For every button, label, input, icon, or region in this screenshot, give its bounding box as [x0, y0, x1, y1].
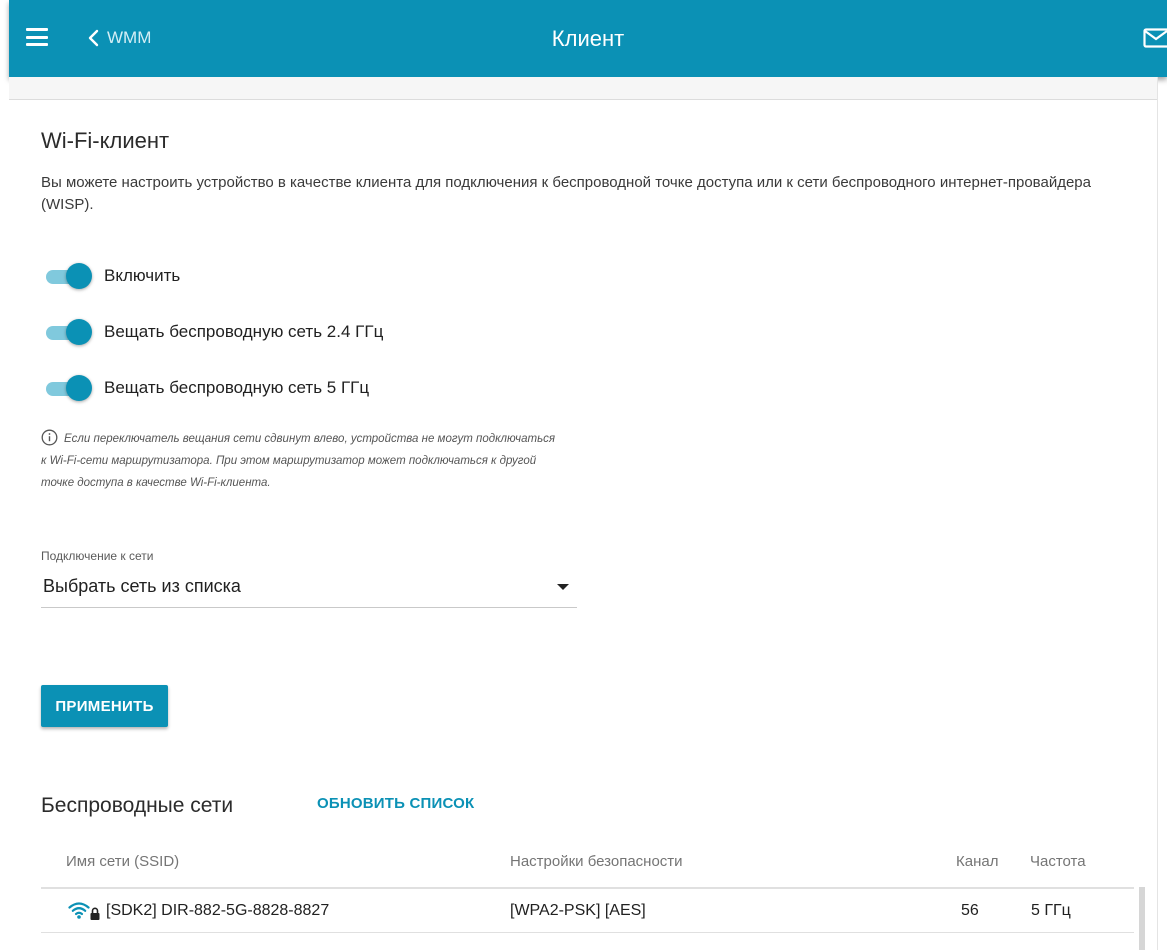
connection-select-value: Выбрать сеть из списка [43, 576, 241, 596]
network-ssid: [SDK2] DIR-882-5G-8828-8827 [106, 902, 330, 919]
toggle-enable[interactable]: Включить [44, 263, 180, 289]
table-scrollbar[interactable] [1139, 887, 1145, 950]
network-channel: 56 [961, 902, 979, 919]
toggle-broadcast-5ghz-label: Вещать беспроводную сеть 5 ГГц [104, 378, 370, 397]
toggle-switch[interactable] [44, 263, 92, 289]
caret-down-icon [557, 584, 569, 590]
section-description: Вы можете настроить устройство в качеств… [41, 174, 1091, 213]
wifi-lock-icon [68, 902, 100, 920]
refresh-list-button[interactable]: ОБНОВИТЬ СПИСОК [317, 795, 474, 812]
network-security: [WPA2-PSK] [AES] [510, 902, 646, 919]
section-title: Wi-Fi-клиент [41, 128, 170, 153]
apply-button[interactable]: ПРИМЕНИТЬ [41, 685, 168, 727]
toggle-switch[interactable] [44, 375, 92, 401]
connection-label: Подключение к сети [41, 549, 154, 563]
toggle-broadcast-5ghz[interactable]: Вещать беспроводную сеть 5 ГГц [44, 375, 369, 401]
table-row[interactable]: [SDK2] DIR-882-5G-8828-8827 [WPA2-PSK] [… [41, 889, 1134, 933]
networks-title: Беспроводные сети [41, 794, 234, 817]
column-header-ssid: Имя сети (SSID) [66, 853, 180, 870]
column-header-channel: Канал [956, 853, 999, 870]
toggle-broadcast-24ghz-label: Вещать беспроводную сеть 2.4 ГГц [104, 322, 384, 341]
toggle-switch[interactable] [44, 319, 92, 345]
column-header-frequency: Частота [1030, 853, 1086, 870]
info-hint: Если переключатель вещания сети сдвинут … [41, 428, 561, 494]
toggle-broadcast-24ghz[interactable]: Вещать беспроводную сеть 2.4 ГГц [44, 319, 383, 345]
connection-select[interactable]: Выбрать сеть из списка [41, 570, 577, 608]
page-title: Клиент [551, 26, 625, 51]
info-icon [41, 429, 58, 446]
info-hint-text: Если переключатель вещания сети сдвинут … [41, 433, 556, 489]
column-header-security: Настройки безопасности [510, 853, 683, 870]
mail-icon[interactable] [1143, 27, 1167, 49]
top-bar: WMM Клиент [9, 0, 1167, 77]
network-frequency: 5 ГГц [1031, 902, 1071, 919]
toggle-enable-label: Включить [104, 266, 181, 285]
